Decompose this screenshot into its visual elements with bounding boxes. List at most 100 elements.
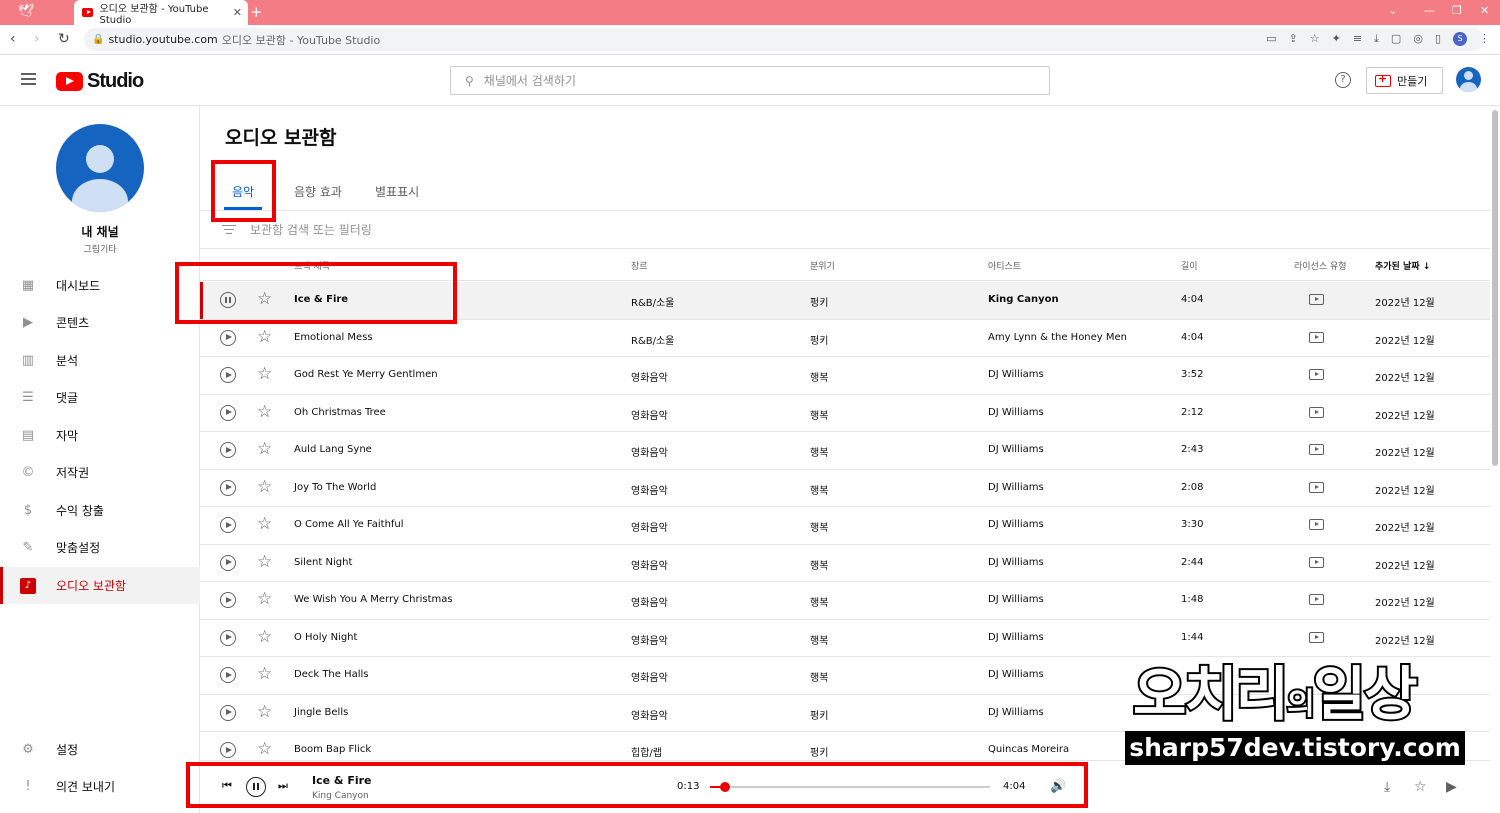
- reload-icon[interactable]: ↻: [58, 31, 70, 47]
- license-play-icon[interactable]: [1309, 556, 1324, 568]
- license-play-icon[interactable]: [1309, 406, 1324, 418]
- scrollbar-thumb[interactable]: [1492, 110, 1498, 466]
- studio-logo[interactable]: Studio: [56, 70, 144, 93]
- column-length[interactable]: 길이: [1181, 259, 1198, 272]
- play-track-icon[interactable]: [220, 367, 236, 383]
- close-tab-icon[interactable]: ✕: [233, 6, 242, 19]
- play-track-icon[interactable]: [220, 442, 236, 458]
- filter-input[interactable]: [250, 222, 750, 237]
- close-window-icon[interactable]: ✕: [1480, 4, 1489, 17]
- table-row[interactable]: ☆ O Holy Night 영화음악 행복 DJ Williams 1:44 2022년 …: [200, 620, 1490, 657]
- extensions-icon[interactable]: ✦: [1332, 32, 1341, 46]
- table-row[interactable]: ☆ Auld Lang Syne 영화음악 행복 DJ Williams 2:43 2022…: [200, 432, 1490, 470]
- channel-search[interactable]: ⚲: [450, 66, 1050, 95]
- track-title: Joy To The World: [294, 481, 377, 493]
- back-icon[interactable]: ‹: [10, 31, 16, 47]
- star-icon[interactable]: ☆: [257, 365, 272, 383]
- screen-icon[interactable]: ▢: [1391, 32, 1401, 46]
- player-license-icon[interactable]: ▶: [1446, 779, 1457, 795]
- create-button[interactable]: 만들기: [1366, 67, 1443, 94]
- sidebar-item-copyright[interactable]: © 저작권: [0, 454, 200, 491]
- star-icon[interactable]: ☆: [257, 515, 272, 533]
- star-icon[interactable]: ☆: [257, 665, 272, 683]
- menu-hamburger-icon[interactable]: [21, 73, 36, 85]
- play-track-icon[interactable]: [220, 517, 236, 533]
- play-track-icon[interactable]: [220, 329, 236, 346]
- star-icon[interactable]: ☆: [257, 740, 272, 758]
- new-tab-icon[interactable]: +: [250, 3, 263, 21]
- star-icon[interactable]: ☆: [257, 478, 272, 496]
- license-play-icon[interactable]: [1309, 631, 1324, 643]
- reading-list-icon[interactable]: ≡: [1353, 32, 1362, 46]
- account-avatar[interactable]: [1456, 67, 1481, 92]
- play-track-icon[interactable]: [220, 554, 236, 571]
- star-icon[interactable]: ☆: [257, 440, 272, 458]
- download-icon[interactable]: ⤓: [1374, 32, 1379, 46]
- search-input[interactable]: [483, 73, 984, 88]
- license-play-icon[interactable]: [1309, 594, 1324, 605]
- column-license[interactable]: 라이선스 유형: [1294, 259, 1347, 272]
- table-row[interactable]: ☆ Silent Night 영화음악 행복 DJ Williams 2:44 2022년 …: [200, 545, 1490, 582]
- channel-avatar[interactable]: [56, 124, 144, 212]
- sidebar-item-monetization[interactable]: $ 수익 창출: [0, 492, 200, 529]
- play-track-icon[interactable]: [220, 479, 236, 496]
- sidebar-item-settings[interactable]: ⚙ 설정: [0, 731, 200, 768]
- sidebar-item-customization[interactable]: ✎ 맞춤설정: [0, 529, 200, 566]
- play-track-icon[interactable]: [220, 667, 236, 683]
- table-row[interactable]: ☆ Joy To The World 영화음악 행복 DJ Williams 2:08 20…: [200, 470, 1490, 507]
- star-icon[interactable]: ☆: [257, 403, 272, 421]
- menu-icon[interactable]: ⋮: [1479, 32, 1490, 46]
- sidebar-item-feedback[interactable]: ! 의견 보내기: [0, 768, 200, 805]
- star-icon[interactable]: ☆: [257, 628, 272, 646]
- sidebar-item-audio-library[interactable]: ♪ 오디오 보관함: [0, 567, 200, 604]
- play-track-icon[interactable]: [220, 704, 236, 721]
- tab-search-icon[interactable]: ⌄: [1388, 4, 1397, 17]
- sidebar-item-comments[interactable]: ☰ 댓글: [0, 379, 200, 416]
- share-icon[interactable]: ⇪: [1289, 32, 1298, 46]
- column-mood[interactable]: 분위기: [810, 259, 835, 272]
- star-icon[interactable]: ☆: [257, 590, 272, 608]
- tab-starred[interactable]: 별표표시: [375, 183, 419, 200]
- page-scrollbar[interactable]: [1490, 106, 1500, 813]
- help-icon[interactable]: ?: [1335, 72, 1351, 88]
- table-row[interactable]: ☆ We Wish You A Merry Christmas 영화음악 행복 DJ W…: [200, 582, 1490, 620]
- play-track-icon[interactable]: [220, 592, 236, 608]
- sidebar-item-analytics[interactable]: ▥ 분석: [0, 342, 200, 379]
- play-track-icon[interactable]: [220, 629, 236, 646]
- license-play-icon[interactable]: [1309, 519, 1324, 530]
- tab-sound-effects[interactable]: 음향 효과: [294, 183, 342, 200]
- play-track-icon[interactable]: [220, 742, 236, 758]
- column-artist[interactable]: 아티스트: [988, 259, 1021, 272]
- browser-tab[interactable]: 오디오 보관함 - YouTube Studio ✕: [74, 0, 248, 26]
- capture-icon[interactable]: ◎: [1413, 32, 1423, 46]
- cast-icon[interactable]: ▭: [1266, 32, 1276, 46]
- license-play-icon[interactable]: [1309, 444, 1324, 455]
- table-row[interactable]: ☆ O Come All Ye Faithful 영화음악 행복 DJ Williams…: [200, 507, 1490, 545]
- star-icon[interactable]: ☆: [257, 328, 272, 346]
- sidebar-item-subtitles[interactable]: ▤ 자막: [0, 417, 200, 454]
- restore-icon[interactable]: ❐: [1452, 4, 1462, 17]
- sidebar-item-content[interactable]: ▶ 콘텐츠: [0, 304, 200, 341]
- play-track-icon[interactable]: [220, 404, 236, 421]
- license-play-icon[interactable]: [1309, 481, 1324, 493]
- star-icon[interactable]: ☆: [257, 703, 272, 721]
- player-star-icon[interactable]: ☆: [1414, 779, 1427, 795]
- license-play-icon[interactable]: [1309, 369, 1324, 380]
- column-genre[interactable]: 장르: [631, 259, 648, 272]
- table-row[interactable]: ☆ Oh Christmas Tree 영화음악 행복 DJ Williams 2:12 2…: [200, 395, 1490, 432]
- library-filter[interactable]: [200, 211, 1490, 249]
- profile-avatar[interactable]: S: [1453, 32, 1467, 46]
- license-play-icon[interactable]: [1309, 294, 1324, 305]
- table-row[interactable]: ☆ God Rest Ye Merry Gentlmen 영화음악 행복 DJ Will…: [200, 357, 1490, 395]
- column-date[interactable]: 추가된 날짜 ↓: [1375, 259, 1430, 272]
- table-row[interactable]: ☆ Emotional Mess R&B/소울 펑키 Amy Lynn & the Ho…: [200, 320, 1490, 357]
- forward-icon[interactable]: ›: [34, 31, 40, 47]
- sidepanel-icon[interactable]: ▯: [1435, 32, 1441, 46]
- minimize-icon[interactable]: —: [1424, 4, 1435, 17]
- sidebar-item-dashboard[interactable]: ▦ 대시보드: [0, 267, 200, 304]
- browser-addressbar: ‹ › ↻ 🔒 studio.youtube.com 오디오 보관함 - You…: [0, 25, 1500, 55]
- bookmark-icon[interactable]: ☆: [1310, 32, 1320, 46]
- star-icon[interactable]: ☆: [257, 553, 272, 571]
- license-play-icon[interactable]: [1309, 331, 1324, 343]
- player-download-icon[interactable]: ⤓: [1384, 779, 1390, 795]
